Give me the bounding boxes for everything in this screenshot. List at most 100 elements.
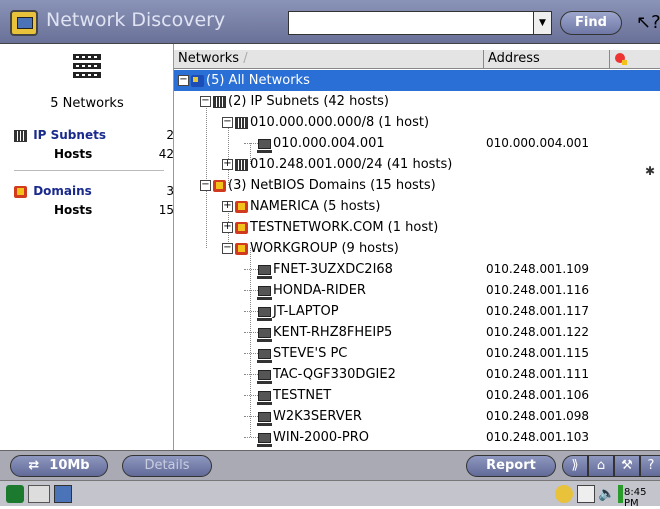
- host-icon: [257, 327, 272, 342]
- tree-node-label: JT-LAPTOP: [273, 304, 339, 319]
- host-row[interactable]: JT-LAPTOP 010.248.001.117: [174, 301, 660, 322]
- host-row[interactable]: W2K3SERVER 010.248.001.098: [174, 406, 660, 427]
- group-row[interactable]: − 010.000.000.000/8 (1 host): [174, 112, 660, 133]
- tree-connector: [244, 143, 258, 144]
- details-button[interactable]: Details: [122, 455, 212, 477]
- host-row[interactable]: HONDA-RIDER 010.248.001.116: [174, 280, 660, 301]
- help-icon[interactable]: ?: [640, 455, 660, 477]
- tree-node-label: (3) NetBIOS Domains (15 hosts): [228, 178, 436, 193]
- search-input[interactable]: [291, 14, 531, 32]
- subnet-icon: [235, 158, 248, 171]
- start-menu-icon[interactable]: [6, 485, 24, 503]
- host-icon: [257, 411, 272, 426]
- app-icon[interactable]: [10, 10, 38, 36]
- address-cell: 010.248.001.111: [486, 367, 590, 381]
- group-row[interactable]: − WORKGROUP (9 hosts): [174, 238, 660, 259]
- home-icon[interactable]: ⌂: [588, 455, 614, 477]
- tree-node-label: KENT-RHZ8FHEIP5: [273, 325, 393, 340]
- window-icon[interactable]: [54, 485, 72, 503]
- domain-icon: [213, 179, 226, 192]
- host-row[interactable]: WIN-2000-PRO 010.248.001.103: [174, 427, 660, 448]
- group-row[interactable]: +010.248.001.000/24 (41 hosts): [174, 154, 660, 175]
- ip-subnets-category[interactable]: IP Subnets 2: [14, 128, 174, 142]
- help-cursor-icon[interactable]: ↖?: [636, 12, 660, 33]
- host-row[interactable]: 010.000.004.001 010.000.004.001: [174, 133, 660, 154]
- category-count: 2: [166, 128, 174, 142]
- calendar-icon[interactable]: [577, 485, 595, 503]
- expand-icon[interactable]: +: [222, 159, 233, 170]
- host-row[interactable]: TAC-QGF330DGIE2 010.248.001.111: [174, 364, 660, 385]
- networks-column-header[interactable]: Networks /: [174, 50, 484, 69]
- column-label: Networks: [178, 51, 240, 66]
- tree-node-label-cell: − WORKGROUP (9 hosts): [222, 238, 399, 259]
- tree-node-label-cell: + NAMERICA (5 hosts): [222, 196, 380, 217]
- tree-node-label-cell: − (2) IP Subnets (42 hosts): [200, 91, 389, 112]
- network-tree[interactable]: − (5) All Networks − (2) IP Subnets (42 hos…: [174, 70, 660, 450]
- group-row[interactable]: − (5) All Networks: [174, 70, 660, 91]
- tree-connector: [244, 290, 258, 291]
- hosts-count: 42: [158, 147, 174, 161]
- collapse-icon[interactable]: −: [222, 117, 233, 128]
- tree-node-label: TAC-QGF330DGIE2: [273, 367, 396, 382]
- network-count: 5 Networks: [50, 96, 124, 111]
- address-cell: 010.248.001.109: [486, 262, 590, 276]
- tree-node-label: W2K3SERVER: [273, 409, 362, 424]
- tree-node-label-cell: − 010.000.000.000/8 (1 host): [222, 112, 429, 133]
- app-title: Network Discovery: [46, 9, 226, 31]
- tree-node-label: 010.000.000.000/8 (1 host): [250, 115, 430, 130]
- tree-node-label-cell: STEVE'S PC: [244, 343, 347, 364]
- speed-label: 10Mb: [49, 458, 90, 473]
- hosts-label: Hosts: [54, 147, 93, 161]
- address-cell: 010.000.004.001: [486, 136, 590, 150]
- keyboard-icon[interactable]: [28, 485, 50, 503]
- tree-node-label-cell: − (3) NetBIOS Domains (15 hosts): [200, 175, 436, 196]
- bottom-toolbar: ⇄ 10Mb Details Report ⟫ ⌂ ⚒ ?: [0, 450, 660, 480]
- tree-node-label: HONDA-RIDER: [273, 283, 366, 298]
- collapse-icon[interactable]: −: [200, 96, 211, 107]
- hosts-count: 15: [158, 203, 174, 217]
- volume-icon[interactable]: 🔈: [598, 485, 616, 503]
- link-speed-button[interactable]: ⇄ 10Mb: [10, 455, 108, 477]
- group-row[interactable]: + TESTNETWORK.COM (1 host): [174, 217, 660, 238]
- tools-icon[interactable]: ⚒: [614, 455, 640, 477]
- host-icon: [257, 432, 272, 447]
- tree-connector: [244, 353, 258, 354]
- group-row[interactable]: − (2) IP Subnets (42 hosts): [174, 91, 660, 112]
- network-status-icon[interactable]: [555, 485, 573, 503]
- tree-node-label: STEVE'S PC: [273, 346, 348, 361]
- report-button[interactable]: Report: [466, 455, 556, 477]
- pointer-icon: ✱: [645, 164, 656, 178]
- tree-node-label: WIN-2000-PRO: [273, 430, 369, 445]
- host-row[interactable]: TESTNET 010.248.001.106: [174, 385, 660, 406]
- tree-connector: [244, 437, 258, 438]
- tree-node-label: 010.000.004.001: [273, 136, 385, 151]
- sort-indicator: /: [243, 51, 248, 66]
- domain-icon: [235, 200, 248, 213]
- tree-node-label-cell: 010.000.004.001: [244, 133, 385, 154]
- forward-icon[interactable]: ⟫: [562, 455, 588, 477]
- host-row[interactable]: FNET-3UZXDC2I68 010.248.001.109: [174, 259, 660, 280]
- status-bar: 🔈 8:45 PM: [0, 480, 660, 509]
- tree-connector: [244, 395, 258, 396]
- collapse-icon[interactable]: −: [200, 180, 211, 191]
- address-column-header[interactable]: Address: [484, 50, 610, 69]
- host-icon: [257, 369, 272, 384]
- group-row[interactable]: + NAMERICA (5 hosts): [174, 196, 660, 217]
- collapse-icon[interactable]: −: [222, 243, 233, 254]
- tree-connector: [244, 311, 258, 312]
- find-button[interactable]: Find: [560, 11, 622, 35]
- tree-node-label-cell: +010.248.001.000/24 (41 hosts): [222, 154, 452, 175]
- domains-category[interactable]: Domains 3: [14, 184, 174, 198]
- expand-icon[interactable]: +: [222, 222, 233, 233]
- host-icon: [257, 285, 272, 300]
- expand-icon[interactable]: +: [222, 201, 233, 212]
- category-label: IP Subnets: [33, 128, 106, 142]
- host-row[interactable]: KENT-RHZ8FHEIP5 010.248.001.122: [174, 322, 660, 343]
- dropdown-arrow-icon[interactable]: ▼: [533, 12, 551, 34]
- collapse-icon[interactable]: −: [178, 75, 189, 86]
- host-row[interactable]: STEVE'S PC 010.248.001.115: [174, 343, 660, 364]
- tree-node-label-cell: WIN-2000-PRO: [244, 427, 369, 448]
- group-row[interactable]: − (3) NetBIOS Domains (15 hosts): [174, 175, 660, 196]
- search-box[interactable]: ▼: [288, 11, 552, 35]
- status-column-header[interactable]: [610, 50, 660, 69]
